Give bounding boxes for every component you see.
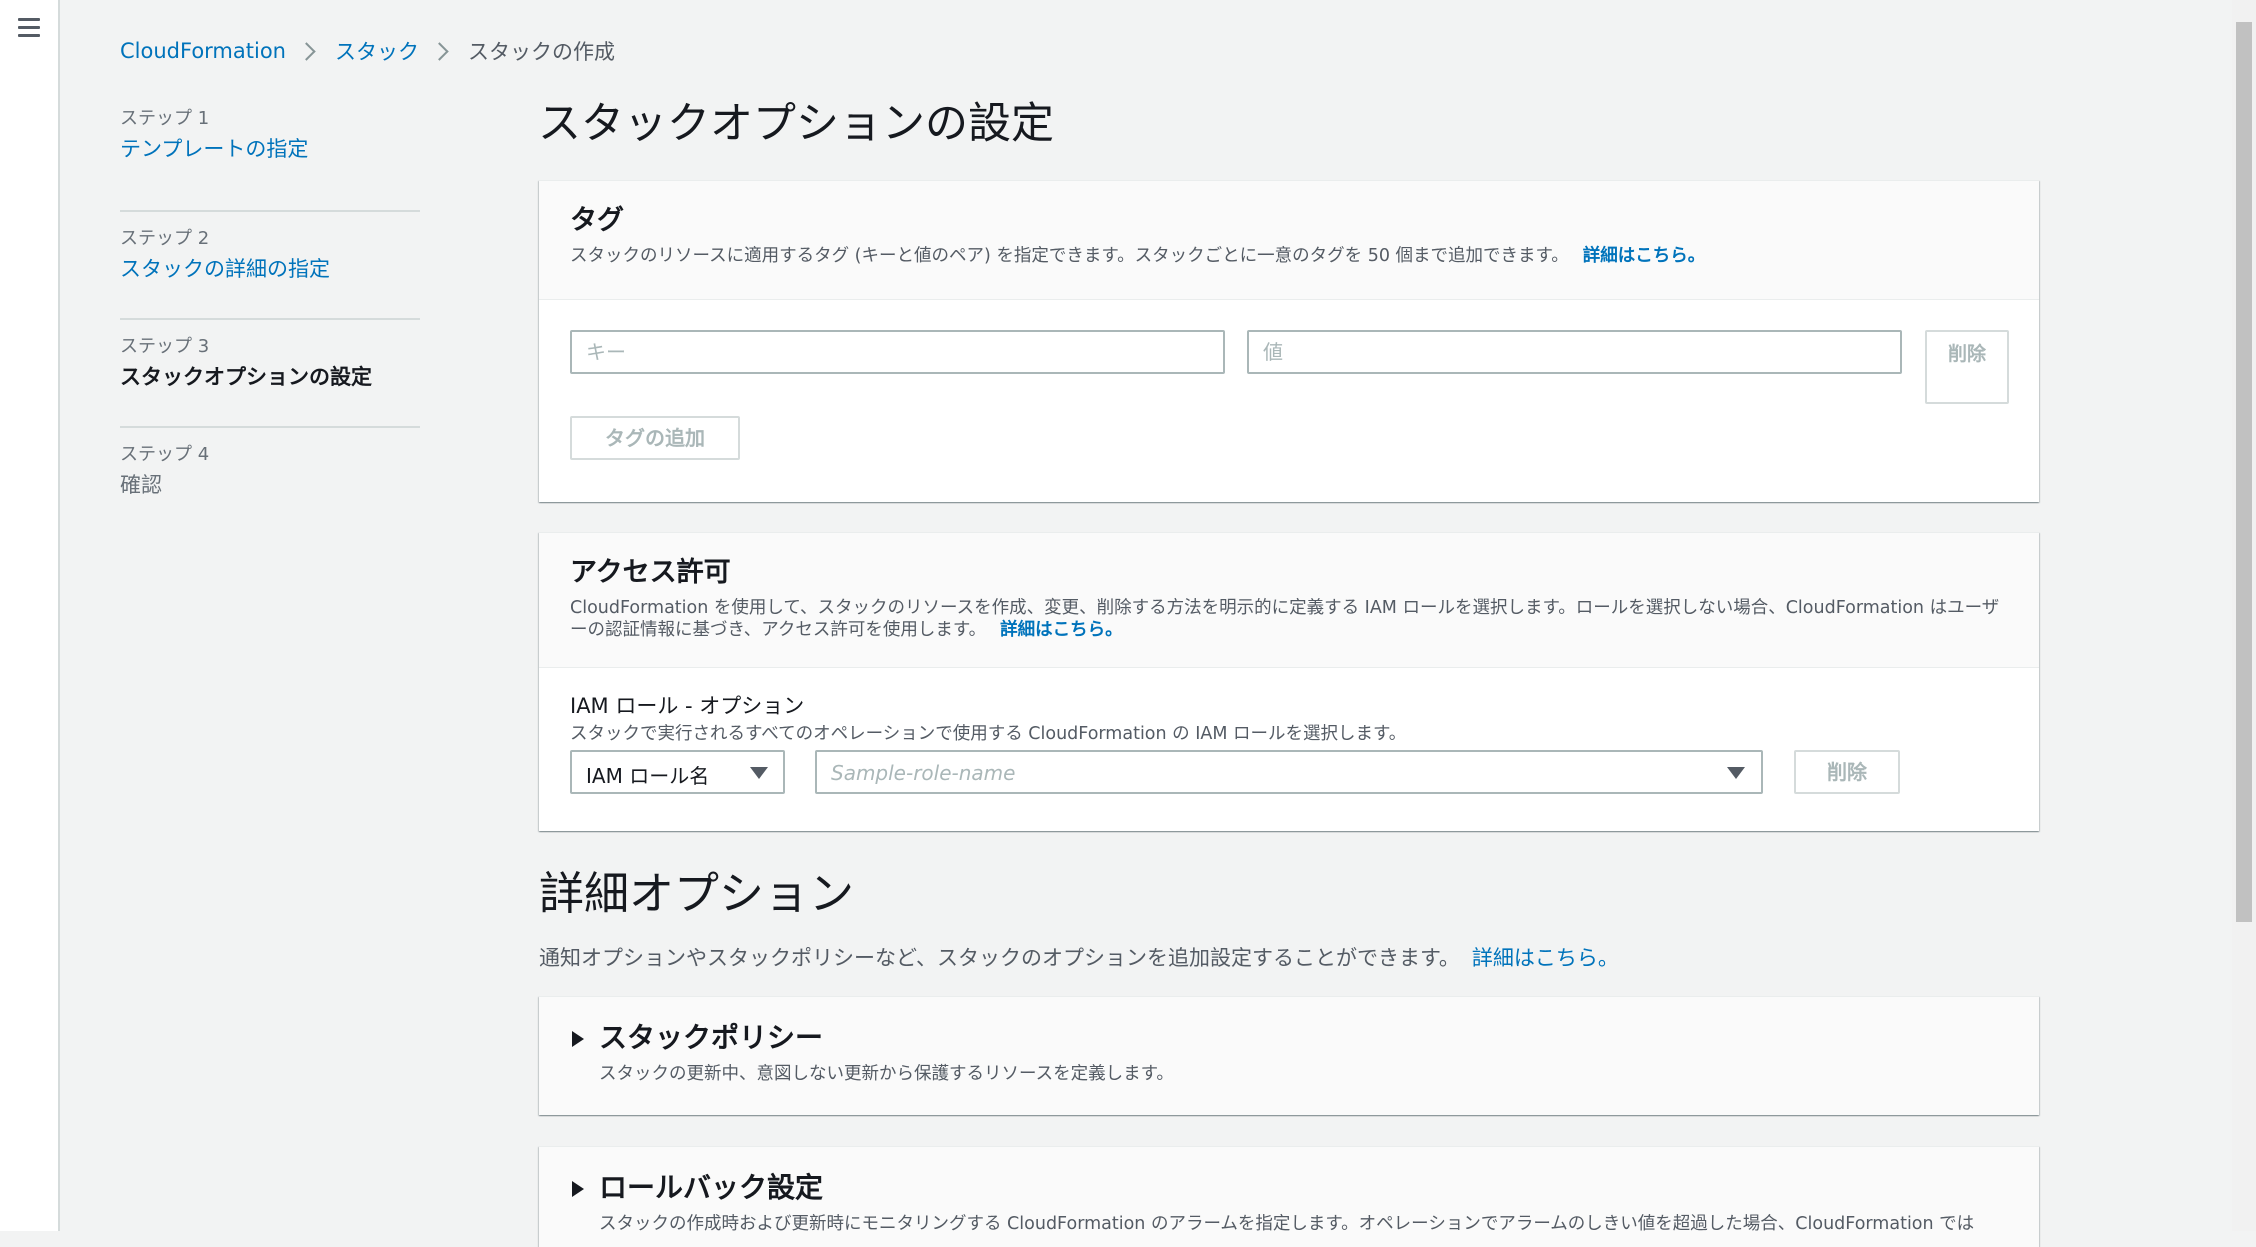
tags-panel: タグ スタックのリソースに適用するタグ (キーと値のペア) を指定できます。スタ… — [539, 180, 2039, 502]
tags-title: タグ — [570, 205, 624, 236]
caret-right-icon — [572, 1031, 584, 1047]
permissions-info-link[interactable]: 詳細はこちら。 — [1000, 620, 1123, 640]
step-current-options: スタックオプションの設定 — [120, 365, 372, 389]
permissions-panel-header: アクセス許可 CloudFormation を使用して、スタックのリソースを作成… — [539, 533, 2039, 668]
tags-panel-body: 削除 タグの追加 — [539, 300, 2039, 500]
tag-value-input[interactable] — [1247, 330, 1902, 374]
rollback-config-description: スタックの作成時および更新時にモニタリングする CloudFormation の… — [599, 1214, 1975, 1234]
iam-role-description: スタックで実行されるすべてのオペレーションで使用する CloudFormatio… — [570, 724, 1407, 744]
rollback-config-toggle[interactable]: ロールバック設定 スタックの作成時および更新時にモニタリングする CloudFo… — [539, 1147, 2039, 1237]
step-2: ステップ 2 スタックの詳細の指定 — [120, 212, 420, 320]
chevron-right-icon — [297, 41, 316, 61]
breadcrumb-stacks[interactable]: スタック — [335, 36, 419, 66]
step-link-details[interactable]: スタックの詳細の指定 — [120, 252, 420, 286]
advanced-options-description: 通知オプションやスタックポリシーなど、スタックのオプションを追加設定することがで… — [539, 946, 1460, 970]
stack-policy-title: スタックポリシー — [599, 1021, 824, 1054]
stack-policy-description: スタックの更新中、意図しない更新から保護するリソースを定義します。 — [599, 1064, 1174, 1084]
iam-role-delete-button[interactable]: 削除 — [1794, 750, 1900, 794]
advanced-options-title: 詳細オプション — [539, 867, 855, 920]
advanced-options-description-block: 通知オプションやスタックポリシーなど、スタックのオプションを追加設定することがで… — [539, 942, 1619, 972]
left-nav-rail — [0, 0, 60, 1231]
tags-panel-header: タグ スタックのリソースに適用するタグ (キーと値のペア) を指定できます。スタ… — [539, 181, 2039, 300]
step-3: ステップ 3 スタックオプションの設定 — [120, 320, 420, 428]
tags-info-link[interactable]: 詳細はこちら。 — [1583, 246, 1706, 266]
step-4: ステップ 4 確認 — [120, 428, 420, 536]
rollback-config-title: ロールバック設定 — [599, 1171, 824, 1204]
chevron-right-icon — [430, 41, 449, 61]
iam-role-label: IAM ロール - オプション — [570, 694, 805, 718]
tag-key-input[interactable] — [570, 330, 1225, 374]
wizard-steps: ステップ 1 テンプレートの指定 ステップ 2 スタックの詳細の指定 ステップ … — [120, 104, 420, 536]
add-tag-button[interactable]: タグの追加 — [570, 416, 740, 460]
permissions-description-block: CloudFormation を使用して、スタックのリソースを作成、変更、削除す… — [570, 597, 2009, 641]
iam-role-name-placeholder: Sample-role-name — [831, 761, 1016, 785]
step-review: 確認 — [120, 473, 162, 497]
step-number: ステップ 2 — [120, 228, 210, 249]
permissions-title: アクセス許可 — [570, 557, 731, 588]
caret-down-icon — [750, 767, 768, 779]
step-link-template[interactable]: テンプレートの指定 — [120, 132, 420, 166]
iam-role-name-select[interactable]: Sample-role-name — [815, 750, 1763, 794]
breadcrumb-cloudformation[interactable]: CloudFormation — [120, 39, 286, 63]
caret-right-icon — [572, 1181, 584, 1197]
rollback-config-panel: ロールバック設定 スタックの作成時および更新時にモニタリングする CloudFo… — [539, 1146, 2039, 1247]
tags-description-block: スタックのリソースに適用するタグ (キーと値のペア) を指定できます。スタックご… — [570, 245, 2009, 267]
vertical-scrollbar[interactable] — [2232, 0, 2256, 1231]
iam-role-type-select[interactable]: IAM ロール名 — [570, 750, 785, 794]
stack-policy-panel: スタックポリシー スタックの更新中、意図しない更新から保護するリソースを定義しま… — [539, 996, 2039, 1115]
step-number: ステップ 4 — [120, 444, 210, 465]
breadcrumb: CloudFormation スタック スタックの作成 — [120, 36, 615, 66]
breadcrumb-current: スタックの作成 — [467, 40, 615, 64]
advanced-info-link[interactable]: 詳細はこちら。 — [1472, 946, 1619, 970]
stack-policy-toggle[interactable]: スタックポリシー スタックの更新中、意図しない更新から保護するリソースを定義しま… — [539, 997, 2039, 1087]
hamburger-menu-icon[interactable] — [18, 18, 40, 37]
page-title: スタックオプションの設定 — [538, 99, 1054, 149]
step-number: ステップ 1 — [120, 108, 210, 129]
tag-delete-button[interactable]: 削除 — [1925, 330, 2009, 404]
tags-description: スタックのリソースに適用するタグ (キーと値のペア) を指定できます。スタックご… — [570, 246, 1569, 266]
permissions-description: CloudFormation を使用して、スタックのリソースを作成、変更、削除す… — [570, 598, 2000, 640]
iam-role-type-value: IAM ロール名 — [586, 764, 710, 788]
permissions-panel-body: IAM ロール - オプション スタックで実行されるすべてのオペレーションで使用… — [539, 668, 2039, 818]
permissions-panel: アクセス許可 CloudFormation を使用して、スタックのリソースを作成… — [539, 532, 2039, 831]
step-number: ステップ 3 — [120, 336, 210, 357]
step-1: ステップ 1 テンプレートの指定 — [120, 104, 420, 212]
caret-down-icon — [1727, 767, 1745, 779]
scrollbar-thumb[interactable] — [2236, 22, 2252, 922]
